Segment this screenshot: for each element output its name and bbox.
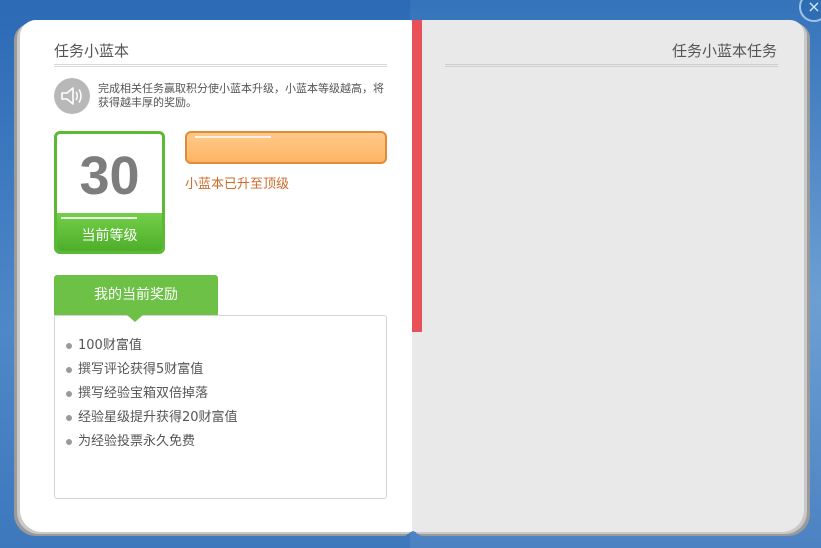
bookmark-ribbon-tail [412,318,422,332]
reward-item: 撰写评论获得5财富值 [64,358,254,382]
right-title-divider [445,64,778,67]
bookmark-ribbon [412,20,422,332]
close-icon: × [807,0,821,16]
level-footer: 当前等级 [57,213,162,251]
level-progress-bar [185,131,387,164]
tab-current-rewards[interactable]: 我的当前奖励 [54,275,218,316]
right-page-title: 任务小蓝本任务 [671,42,777,60]
rewards-panel: 100财富值 撰写评论获得5财富值 撰写经验宝箱双倍掉落 经验星级提升获得20财富值为… [54,315,387,499]
page-title: 任务小蓝本 [54,42,130,60]
progress-status: 小蓝本已升至顶级 [185,177,290,192]
reward-item: 为经验投票永久免费 [64,430,254,454]
level-footer-highlight [61,217,137,219]
right-page [412,20,804,532]
reward-item: 撰写经验宝箱双倍掉落 [64,382,254,406]
task-description: 完成相关任务赢取积分使小蓝本升级，小蓝本等级越高，将获得越丰厚的奖励。 [98,82,384,109]
title-divider [54,64,387,67]
progress-highlight [195,136,271,138]
tab-pointer [127,315,143,322]
level-label: 当前等级 [81,228,138,244]
level-card: 30 当前等级 [54,131,165,254]
level-number: 30 [79,146,140,206]
rewards-list: 100财富值 撰写评论获得5财富值 撰写经验宝箱双倍掉落 经验星级提升获得20财富值为… [64,334,254,454]
speaker-icon [54,78,90,114]
reward-item: 经验星级提升获得20财富值 [64,406,254,430]
reward-item: 100财富值 [64,334,254,358]
